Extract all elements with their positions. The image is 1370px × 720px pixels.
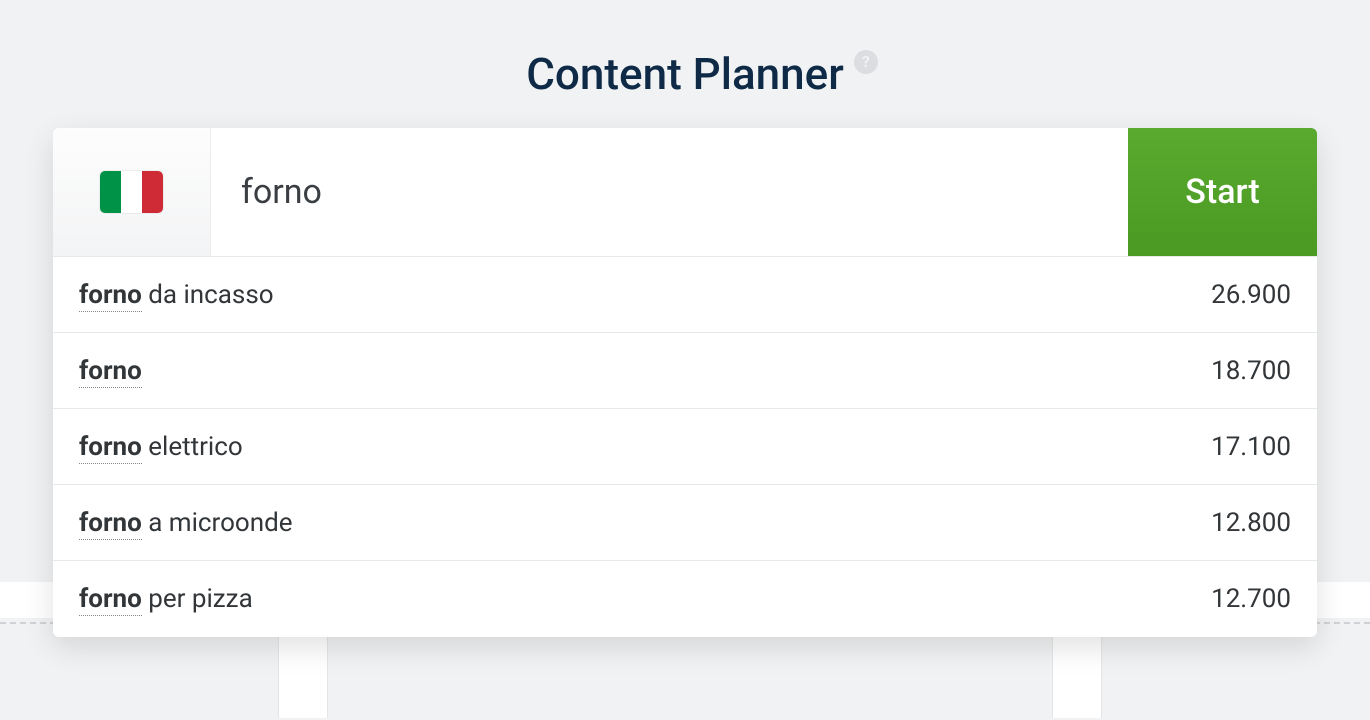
- suggestion-term: forno a microonde: [79, 508, 293, 538]
- suggestion-count: 12.700: [1211, 584, 1291, 614]
- suggestion-term: forno per pizza: [79, 584, 253, 614]
- italy-flag-icon: [100, 171, 163, 213]
- suggestion-item[interactable]: forno 18.700: [53, 333, 1317, 409]
- start-button[interactable]: Start: [1128, 128, 1317, 256]
- suggestion-item[interactable]: forno elettrico 17.100: [53, 409, 1317, 485]
- suggestion-count: 12.800: [1211, 508, 1291, 538]
- suggestion-count: 17.100: [1211, 432, 1291, 462]
- suggestion-count: 18.700: [1211, 356, 1291, 386]
- search-row: Start: [53, 128, 1317, 256]
- page-title: Content Planner ?: [526, 48, 844, 100]
- search-card: Start forno da incasso 26.900 forno 18.7…: [53, 128, 1317, 637]
- help-icon[interactable]: ?: [854, 50, 878, 74]
- suggestion-count: 26.900: [1211, 280, 1291, 310]
- suggestion-item[interactable]: forno da incasso 26.900: [53, 257, 1317, 333]
- locale-selector[interactable]: [53, 128, 211, 256]
- suggestion-term: forno: [79, 356, 142, 386]
- suggestion-item[interactable]: forno a microonde 12.800: [53, 485, 1317, 561]
- page-title-text: Content Planner: [526, 48, 844, 100]
- suggestion-term: forno elettrico: [79, 432, 243, 462]
- keyword-input[interactable]: [211, 128, 1128, 256]
- suggestion-term: forno da incasso: [79, 280, 274, 310]
- suggestion-list: forno da incasso 26.900 forno 18.700 for…: [53, 256, 1317, 637]
- suggestion-item[interactable]: forno per pizza 12.700: [53, 561, 1317, 637]
